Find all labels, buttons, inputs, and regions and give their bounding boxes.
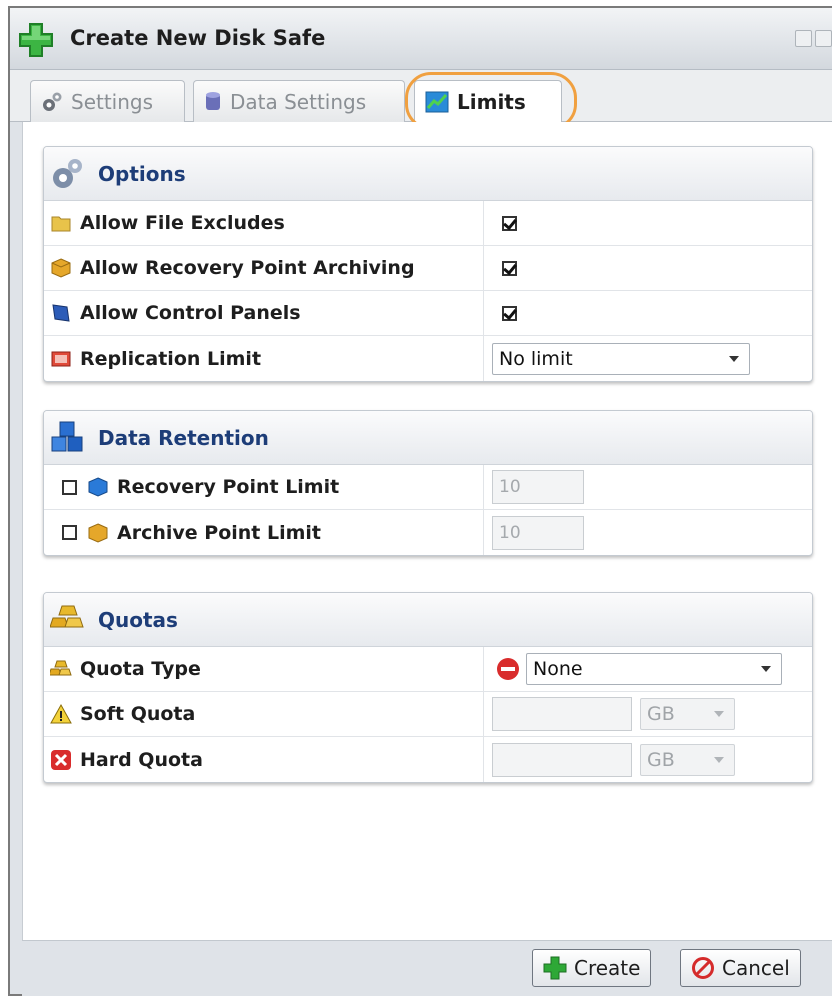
gears-icon	[53, 158, 82, 188]
options-header: Options	[44, 147, 812, 201]
chevron-down-icon	[729, 355, 739, 362]
soft-quota-input[interactable]	[492, 697, 632, 731]
chevron-down-icon	[714, 711, 724, 717]
gold-bars-icon	[50, 605, 84, 627]
title-bar[interactable]: Create New Disk Safe	[10, 8, 832, 70]
limits-content: Options Allow File Excludes Allow Recove…	[22, 122, 832, 940]
options-panel: Options Allow File Excludes Allow Recove…	[43, 146, 813, 382]
archive-point-limit-row: Archive Point Limit 10	[44, 510, 812, 555]
replication-limit-value: No limit	[499, 347, 573, 370]
quota-type-value: None	[533, 658, 583, 680]
allow-archiving-checkbox[interactable]	[502, 260, 517, 276]
archive-point-limit-label: Archive Point Limit	[117, 521, 321, 544]
allow-file-excludes-checkbox[interactable]	[502, 215, 517, 231]
quota-type-select[interactable]: None	[526, 653, 782, 685]
chevron-down-icon	[714, 756, 724, 763]
folder-icon	[51, 216, 71, 232]
quotas-panel: Quotas Quota Type None Soft Quota GB Har…	[43, 592, 813, 783]
replication-limit-select[interactable]: No limit	[492, 342, 750, 375]
dialog-title: Create New Disk Safe	[70, 26, 326, 50]
soft-quota-unit-select[interactable]: GB	[640, 698, 735, 730]
tab-data-settings[interactable]: Data Settings	[193, 80, 405, 122]
allow-file-excludes-label: Allow File Excludes	[80, 212, 285, 234]
cancel-button-label: Cancel	[722, 956, 790, 980]
archive-point-icon	[88, 522, 108, 543]
error-icon	[51, 749, 71, 770]
restore-button[interactable]	[795, 30, 812, 47]
data-retention-header: Data Retention	[44, 411, 812, 465]
recovery-point-limit-checkbox[interactable]	[62, 479, 77, 495]
recovery-point-icon	[88, 477, 108, 497]
allow-control-panels-row: Allow Control Panels	[44, 291, 812, 336]
create-button-label: Create	[574, 956, 641, 980]
database-icon	[206, 91, 220, 110]
replication-limit-row: Replication Limit No limit	[44, 336, 812, 381]
control-panel-icon	[52, 304, 70, 322]
tab-settings-label: Settings	[71, 89, 154, 114]
hard-quota-unit-value: GB	[647, 748, 675, 771]
allow-archiving-row: Allow Recovery Point Archiving	[44, 246, 812, 291]
archive-point-limit-input[interactable]: 10	[492, 515, 584, 550]
allow-file-excludes-row: Allow File Excludes	[44, 201, 812, 246]
cancel-icon	[692, 957, 714, 979]
tab-bar: Settings Data Settings Limits	[10, 70, 832, 130]
data-retention-panel: Data Retention Recovery Point Limit 10 A…	[43, 410, 813, 556]
close-button[interactable]	[815, 30, 832, 47]
hard-quota-row: Hard Quota GB	[44, 737, 812, 782]
quota-type-label: Quota Type	[80, 658, 201, 680]
window-controls	[795, 30, 832, 47]
cubes-icon	[51, 421, 83, 451]
soft-quota-row: Soft Quota GB	[44, 692, 812, 737]
quotas-header: Quotas	[44, 593, 812, 647]
warning-icon	[50, 703, 72, 724]
soft-quota-unit-value: GB	[647, 703, 675, 725]
gold-bars-icon	[50, 660, 72, 676]
gears-icon	[43, 92, 62, 111]
replication-icon	[51, 351, 71, 366]
options-title: Options	[98, 161, 186, 186]
no-entry-icon	[497, 658, 519, 680]
hard-quota-label: Hard Quota	[80, 748, 203, 771]
allow-control-panels-label: Allow Control Panels	[80, 302, 301, 324]
hard-quota-input[interactable]	[492, 742, 632, 777]
tab-data-settings-label: Data Settings	[230, 89, 367, 114]
allow-archiving-label: Allow Recovery Point Archiving	[80, 257, 415, 279]
hard-quota-unit-select[interactable]: GB	[640, 743, 735, 776]
replication-limit-label: Replication Limit	[80, 347, 262, 370]
soft-quota-label: Soft Quota	[80, 703, 196, 725]
create-button[interactable]: Create	[532, 949, 652, 987]
add-icon	[543, 956, 567, 980]
recovery-point-limit-row: Recovery Point Limit 10	[44, 465, 812, 510]
cancel-button[interactable]: Cancel	[680, 949, 801, 987]
recovery-point-limit-input[interactable]: 10	[492, 470, 584, 504]
quota-type-row: Quota Type None	[44, 647, 812, 692]
dialog-footer: Create Cancel	[22, 940, 832, 996]
allow-control-panels-checkbox[interactable]	[502, 305, 517, 321]
chevron-down-icon	[761, 666, 771, 672]
add-icon	[19, 23, 53, 57]
tab-settings[interactable]: Settings	[30, 80, 185, 122]
archive-point-limit-checkbox[interactable]	[62, 525, 77, 540]
create-disk-safe-dialog: Create New Disk Safe Settings Data Setti…	[8, 6, 832, 996]
data-retention-title: Data Retention	[98, 425, 269, 450]
archive-cube-icon	[51, 258, 71, 278]
quotas-title: Quotas	[98, 607, 178, 632]
recovery-point-limit-label: Recovery Point Limit	[117, 476, 340, 498]
